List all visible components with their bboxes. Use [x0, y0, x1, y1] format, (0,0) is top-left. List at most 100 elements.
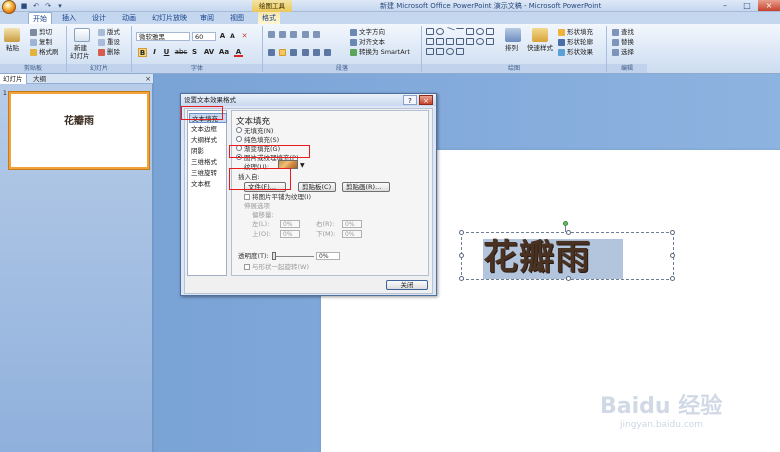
resize-handle[interactable]: [459, 276, 464, 281]
cut-button[interactable]: 剪切: [30, 28, 52, 36]
close-button[interactable]: ×: [758, 0, 780, 11]
resize-handle[interactable]: [670, 276, 675, 281]
tab-format[interactable]: 格式: [258, 12, 280, 24]
layout-button[interactable]: 版式: [98, 28, 120, 36]
star5-shape-icon[interactable]: [426, 48, 434, 55]
redo-icon[interactable]: ↷: [44, 2, 52, 10]
offset-left-spinner[interactable]: 0%: [280, 220, 300, 228]
callout-shape-icon[interactable]: [426, 38, 434, 45]
new-slide-icon[interactable]: [74, 28, 90, 42]
nav-text-box[interactable]: 文本框: [189, 179, 227, 189]
slide-thumbnail[interactable]: 花瓣雨: [9, 92, 149, 169]
offset-right-spinner[interactable]: 0%: [342, 220, 362, 228]
paste-button[interactable]: 粘贴: [6, 44, 19, 52]
offset-top-spinner[interactable]: 0%: [280, 230, 300, 238]
change-case-button[interactable]: Aa: [218, 48, 230, 57]
tab-home[interactable]: 开始: [28, 12, 52, 24]
underline-button[interactable]: U: [162, 48, 171, 57]
undo-icon[interactable]: ↶: [32, 2, 40, 10]
tab-review[interactable]: 审阅: [196, 12, 218, 24]
text-box[interactable]: 花瓣雨: [459, 230, 675, 281]
resize-handle[interactable]: [459, 253, 464, 258]
shape-fill-button[interactable]: 形状填充: [558, 28, 593, 36]
resize-handle[interactable]: [459, 230, 464, 235]
align-right-icon[interactable]: [290, 48, 298, 56]
align-left-icon[interactable]: [268, 48, 275, 56]
dialog-close-icon[interactable]: ×: [419, 95, 433, 105]
clipart-button[interactable]: 剪贴画(R)...: [342, 182, 390, 192]
quick-styles-button[interactable]: 快速样式: [527, 44, 553, 52]
nav-shadow[interactable]: 阴影: [189, 146, 227, 156]
tile-picture-checkbox[interactable]: 将图片平铺为纹理(I): [244, 193, 311, 201]
nav-outline-style[interactable]: 大纲样式: [189, 135, 227, 145]
convert-smartart-button[interactable]: 转换为 SmartArt: [350, 48, 410, 56]
align-center-icon[interactable]: [279, 48, 287, 56]
banner-shape-icon[interactable]: [436, 48, 444, 55]
customize-icon[interactable]: ▾: [56, 2, 64, 10]
rectangle-shape-icon[interactable]: [426, 28, 434, 35]
character-spacing-button[interactable]: AV: [202, 48, 216, 57]
align-text-button[interactable]: 对齐文本: [350, 38, 385, 46]
more-shapes-icon[interactable]: [456, 48, 464, 55]
help-button[interactable]: ?: [403, 95, 417, 105]
oval-shape-icon[interactable]: [436, 28, 444, 35]
offset-bottom-spinner[interactable]: 0%: [342, 230, 362, 238]
font-size-dropdown[interactable]: 60: [192, 32, 216, 41]
resize-handle[interactable]: [670, 230, 675, 235]
delete-button[interactable]: 删除: [98, 48, 120, 56]
nav-3d-rotation[interactable]: 三维旋转: [189, 168, 227, 178]
texture-dropdown-arrow-icon[interactable]: ▼: [300, 162, 305, 169]
nav-3d-format[interactable]: 三维格式: [189, 157, 227, 167]
resize-handle[interactable]: [566, 276, 571, 281]
arrow-shape-icon[interactable]: [456, 28, 464, 35]
quick-styles-icon[interactable]: [532, 28, 548, 42]
maximize-button[interactable]: □: [736, 0, 758, 11]
justify-icon[interactable]: [301, 48, 309, 56]
brace-shape-icon[interactable]: [456, 38, 464, 45]
minimize-button[interactable]: –: [714, 0, 736, 11]
bold-button[interactable]: B: [138, 48, 147, 57]
clear-format-icon[interactable]: ✕: [240, 32, 249, 41]
find-button[interactable]: 查找: [612, 28, 634, 36]
numbering-icon[interactable]: [279, 30, 287, 38]
text-direction-button[interactable]: 文字方向: [350, 28, 385, 36]
line-spacing-icon[interactable]: [312, 30, 320, 38]
star-shape-icon[interactable]: [486, 38, 494, 45]
strikethrough-button[interactable]: abc: [174, 48, 188, 57]
increase-indent-icon[interactable]: [301, 30, 309, 38]
font-name-dropdown[interactable]: 微软雅黑: [136, 32, 190, 41]
tab-animations[interactable]: 动画: [118, 12, 140, 24]
flowchart-shape-icon[interactable]: [476, 38, 484, 45]
save-icon[interactable]: ■: [20, 2, 28, 10]
no-fill-option[interactable]: 无填充(N): [236, 127, 273, 135]
resize-handle[interactable]: [566, 230, 571, 235]
shape-outline-button[interactable]: 形状轮廓: [558, 38, 593, 46]
line-shape-icon[interactable]: [445, 26, 455, 37]
new-slide-button[interactable]: 新建: [74, 44, 87, 52]
format-painter-button[interactable]: 格式刷: [30, 48, 59, 56]
rounded-rect-shape-icon[interactable]: [466, 28, 474, 35]
nav-text-outline[interactable]: 文本边框: [189, 124, 227, 134]
shadow-button[interactable]: S: [190, 48, 199, 57]
heart-shape-icon[interactable]: [446, 48, 454, 55]
transparency-slider-track[interactable]: [274, 256, 314, 257]
block-arrow-shape-icon[interactable]: [466, 38, 474, 45]
right-arrow-shape-icon[interactable]: [436, 38, 444, 45]
shrink-font-button[interactable]: A: [228, 32, 237, 41]
arrange-icon[interactable]: [505, 28, 521, 42]
left-arrow-shape-icon[interactable]: [446, 38, 454, 45]
columns-icon[interactable]: [324, 48, 332, 56]
triangle-shape-icon[interactable]: [486, 28, 494, 35]
transparency-slider-thumb[interactable]: [272, 252, 276, 260]
arrange-button[interactable]: 排列: [505, 44, 518, 52]
rotate-with-shape-checkbox[interactable]: 与形状一起旋转(W): [244, 263, 309, 271]
transparency-spinner[interactable]: 0%: [316, 252, 340, 260]
decrease-indent-icon[interactable]: [290, 30, 298, 38]
italic-button[interactable]: I: [150, 48, 159, 57]
clipboard-button[interactable]: 剪贴板(C): [298, 182, 336, 192]
slide-title-text[interactable]: 花瓣雨: [483, 236, 625, 280]
grow-font-button[interactable]: A: [218, 32, 227, 41]
dialog-title-bar[interactable]: 设置文本效果格式 ? ×: [181, 94, 436, 106]
reset-button[interactable]: 重设: [98, 38, 120, 46]
close-dialog-button[interactable]: 关闭: [386, 280, 428, 290]
